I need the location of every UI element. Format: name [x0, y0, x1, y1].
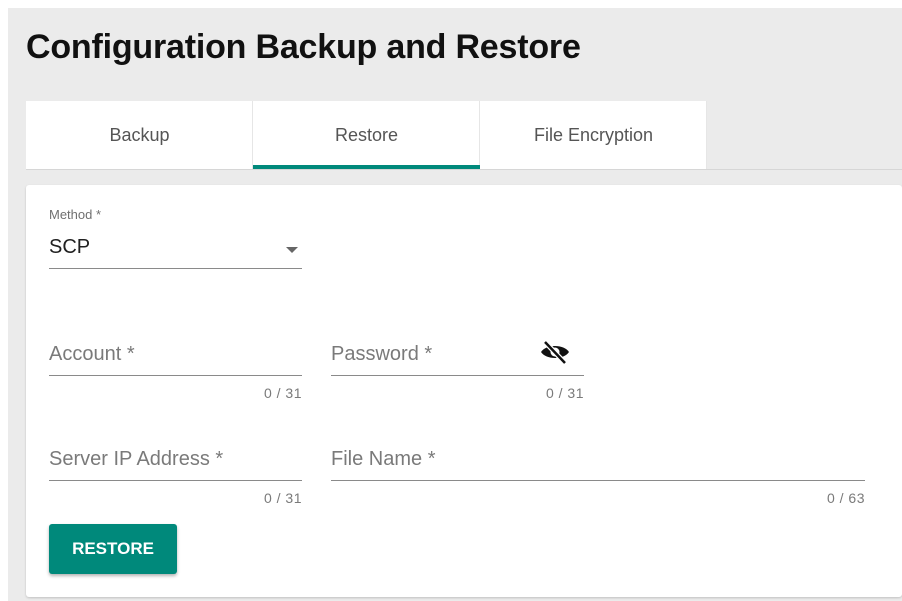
file-name-counter: 0 / 63 — [826, 490, 865, 506]
page-background: Configuration Backup and Restore Backup … — [8, 8, 902, 601]
password-counter: 0 / 31 — [545, 385, 584, 401]
tab-file-encryption[interactable]: File Encryption — [480, 101, 707, 169]
tab-restore[interactable]: Restore — [253, 101, 480, 169]
eye-off-icon[interactable] — [539, 339, 571, 365]
tab-backup[interactable]: Backup — [26, 101, 253, 169]
chevron-down-icon — [286, 247, 298, 253]
restore-form-card: Method * SCP Account * 0 / 31 Password *… — [26, 185, 902, 597]
file-name-placeholder: File Name * — [331, 448, 436, 470]
server-ip-field[interactable]: Server IP Address * 0 / 31 — [49, 440, 302, 506]
tab-restore-label: Restore — [334, 124, 399, 145]
method-value: SCP — [49, 236, 91, 258]
server-ip-placeholder: Server IP Address * — [49, 448, 224, 470]
account-counter: 0 / 31 — [263, 385, 302, 401]
password-placeholder: Password * — [331, 343, 433, 365]
method-underline — [49, 268, 302, 269]
file-name-field[interactable]: File Name * 0 / 63 — [331, 440, 865, 506]
server-ip-counter: 0 / 31 — [263, 490, 302, 506]
account-underline — [49, 375, 302, 376]
method-select[interactable]: Method * SCP — [49, 207, 302, 269]
tab-file-encryption-label: File Encryption — [533, 124, 654, 145]
tab-bar: Backup Restore File Encryption — [26, 101, 707, 169]
tab-backup-label: Backup — [109, 124, 170, 145]
file-name-underline — [331, 480, 865, 481]
tab-divider — [26, 169, 902, 170]
account-field[interactable]: Account * 0 / 31 — [49, 335, 302, 401]
server-ip-underline — [49, 480, 302, 481]
page-title: Configuration Backup and Restore — [26, 28, 581, 66]
account-placeholder: Account * — [49, 343, 135, 365]
password-underline — [331, 375, 584, 376]
method-label: Method * — [49, 207, 102, 222]
password-field[interactable]: Password * 0 / 31 — [331, 335, 584, 401]
restore-button[interactable]: RESTORE — [49, 524, 177, 574]
